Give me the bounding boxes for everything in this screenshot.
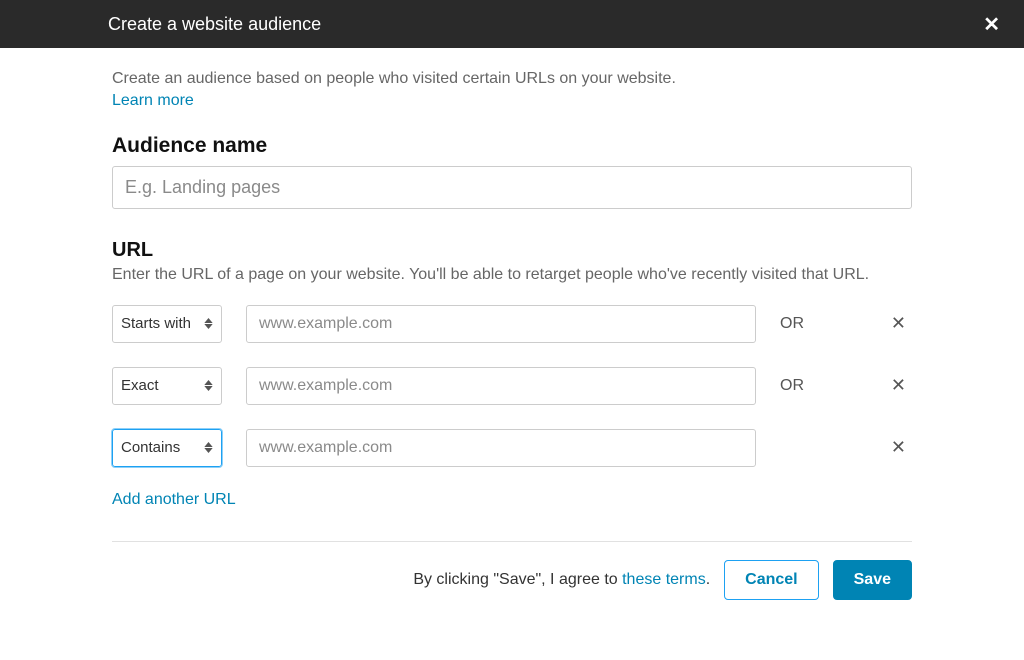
modal-title: Create a website audience — [108, 14, 321, 35]
match-type-label: Contains — [121, 439, 180, 456]
divider — [112, 541, 912, 542]
url-input[interactable] — [246, 367, 756, 405]
url-row: Contains ✕ — [112, 429, 912, 467]
sort-arrows-icon — [204, 306, 213, 342]
remove-row-icon[interactable]: ✕ — [891, 375, 906, 396]
or-label: OR — [780, 315, 810, 333]
url-heading: URL — [112, 239, 912, 262]
url-description: Enter the URL of a page on your website.… — [112, 264, 912, 286]
match-type-label: Starts with — [121, 315, 191, 332]
match-type-select[interactable]: Exact — [112, 367, 222, 405]
save-button[interactable]: Save — [833, 560, 912, 600]
url-row: Exact OR ✕ — [112, 367, 912, 405]
agree-text: By clicking "Save", I agree to these ter… — [413, 571, 710, 589]
learn-more-link[interactable]: Learn more — [112, 92, 194, 110]
sort-arrows-icon — [204, 430, 213, 466]
cancel-button[interactable]: Cancel — [724, 560, 818, 600]
match-type-select[interactable]: Starts with — [112, 305, 222, 343]
terms-link[interactable]: these terms — [622, 571, 706, 588]
match-type-label: Exact — [121, 377, 159, 394]
agree-prefix: By clicking "Save", I agree to — [413, 571, 622, 588]
audience-name-heading: Audience name — [112, 134, 912, 158]
url-input[interactable] — [246, 429, 756, 467]
agree-suffix: . — [706, 571, 710, 588]
match-type-select[interactable]: Contains — [112, 429, 222, 467]
close-icon[interactable]: ✕ — [983, 12, 1000, 37]
remove-row-icon[interactable]: ✕ — [891, 437, 906, 458]
url-input[interactable] — [246, 305, 756, 343]
sort-arrows-icon — [204, 368, 213, 404]
or-label: OR — [780, 377, 810, 395]
add-another-url-link[interactable]: Add another URL — [112, 491, 236, 509]
url-row: Starts with OR ✕ — [112, 305, 912, 343]
intro-text: Create an audience based on people who v… — [112, 68, 912, 90]
audience-name-input[interactable] — [112, 166, 912, 209]
remove-row-icon[interactable]: ✕ — [891, 313, 906, 334]
